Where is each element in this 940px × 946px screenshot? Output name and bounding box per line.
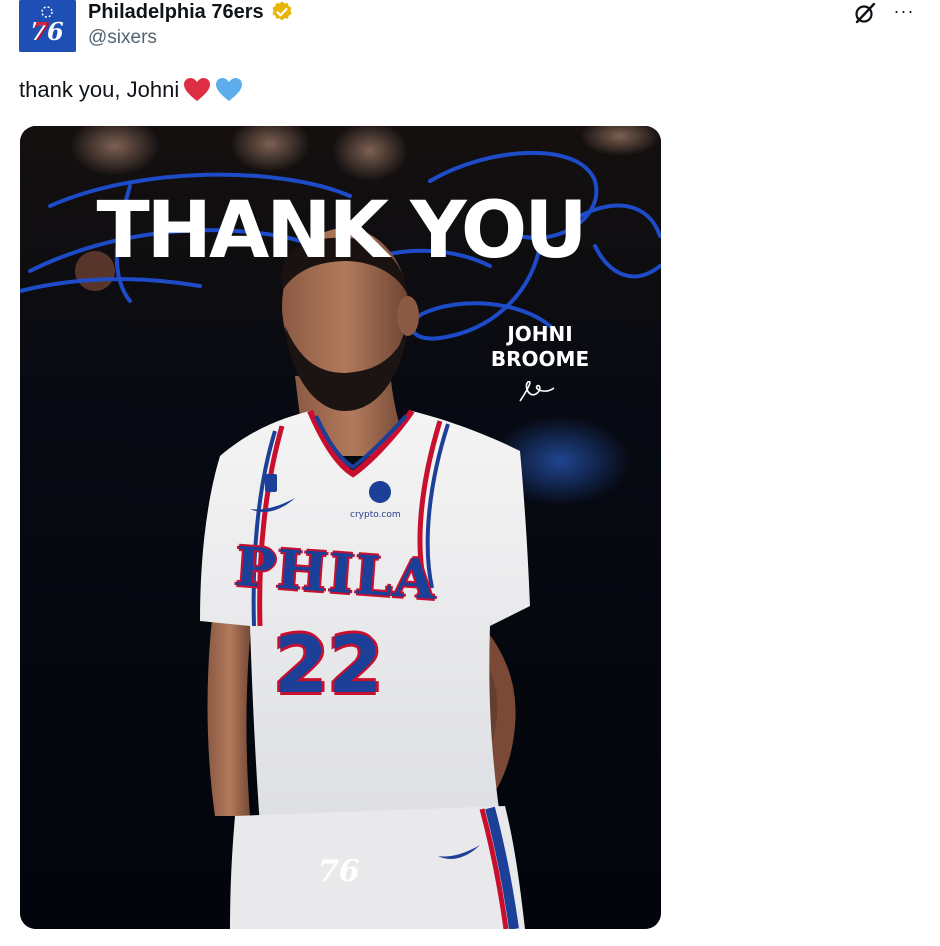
more-icon: ···: [893, 1, 915, 21]
verified-badge-icon: [270, 0, 294, 24]
sixers-logo-icon: 76 7: [19, 0, 76, 52]
player-last-name: BROOME: [490, 347, 590, 371]
team-logo: 76: [318, 854, 360, 889]
headline-thank-you: THANK YOU: [96, 186, 587, 276]
tweet-body: thank you, Johni: [19, 77, 180, 102]
more-options-button[interactable]: ···: [888, 0, 920, 22]
player-name: JOHNI BROOME: [470, 322, 610, 406]
grok-button[interactable]: [850, 0, 880, 26]
red-heart-emoji-icon: [183, 77, 211, 103]
sponsor-text: crypto.com: [350, 510, 401, 520]
player-first-name: JOHNI: [507, 322, 573, 346]
avatar[interactable]: 76 7: [19, 0, 76, 52]
grok-icon: [855, 2, 876, 24]
svg-text:7: 7: [33, 17, 50, 46]
tweet-media-image[interactable]: THANK YOU JOHNI BROOME PHILA 22 crypto.c…: [20, 126, 661, 929]
blue-heart-emoji-icon: [215, 77, 243, 103]
display-name[interactable]: Philadelphia 76ers: [88, 0, 264, 24]
jersey-number: 22: [274, 621, 383, 711]
author-name-row[interactable]: Philadelphia 76ers: [88, 0, 294, 24]
user-handle[interactable]: @sixers: [88, 27, 157, 49]
tweet-text: thank you, Johni: [19, 76, 243, 104]
signature-icon: [519, 380, 555, 402]
